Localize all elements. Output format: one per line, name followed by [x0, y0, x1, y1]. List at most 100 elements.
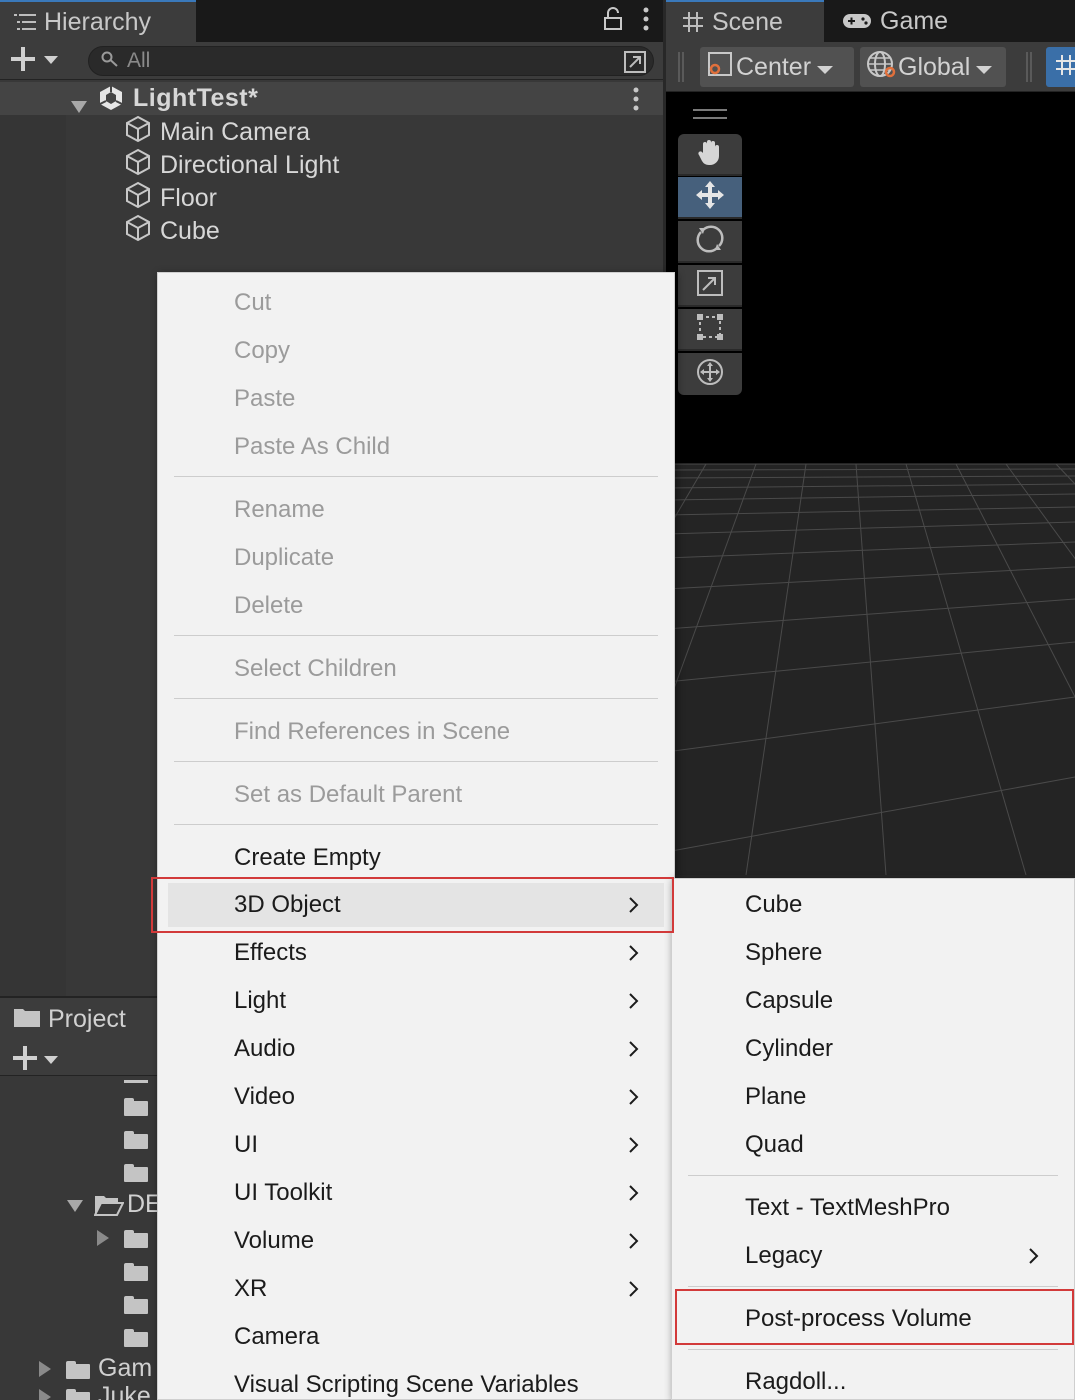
lock-icon[interactable] [603, 6, 623, 36]
tab-project[interactable]: Project [0, 996, 160, 1040]
pivot-rotation-dropdown[interactable]: Global [860, 47, 1006, 87]
scale-tool-button[interactable] [678, 265, 742, 307]
menu-item-3d-object[interactable]: 3D Object [168, 883, 664, 927]
chevron-right-icon [629, 1281, 639, 1297]
folder-icon[interactable] [66, 1361, 90, 1379]
pivot-mode-dropdown[interactable]: Center [700, 47, 854, 87]
menu-item-label: UI [234, 1131, 258, 1158]
menu-item-camera[interactable]: Camera [168, 1315, 664, 1359]
foldout-right-icon[interactable] [38, 1388, 52, 1400]
foldout-right-icon[interactable] [38, 1360, 52, 1383]
menu-item-volume[interactable]: Volume [168, 1219, 664, 1263]
submenu-item-legacy[interactable]: Legacy [682, 1234, 1064, 1278]
folder-icon[interactable] [124, 1230, 148, 1248]
tab-hierarchy[interactable]: Hierarchy [0, 0, 196, 42]
hierarchy-context-menu: Cut Copy Paste Paste As Child Rename Dup… [157, 272, 675, 1400]
menu-item-label: Audio [234, 1035, 296, 1062]
submenu-item-post-process-volume[interactable]: Post-process Volume [682, 1297, 1064, 1341]
menu-item-set-default-parent[interactable]: Set as Default Parent [168, 773, 664, 817]
menu-item-label: Plane [745, 1083, 807, 1110]
scene-menu-icon[interactable] [633, 87, 639, 118]
menu-separator [174, 824, 658, 825]
folder-icon[interactable] [124, 1098, 148, 1116]
foldout-arrow-icon[interactable] [70, 92, 88, 121]
folder-icon[interactable] [124, 1131, 148, 1149]
menu-item-label: Post-process Volume [745, 1305, 972, 1332]
menu-separator [174, 635, 658, 636]
menu-item-label: 3D Object [234, 891, 341, 918]
folder-icon[interactable] [124, 1296, 148, 1314]
menu-item-visual-scripting-scene-variables[interactable]: Visual Scripting Scene Variables [168, 1363, 664, 1400]
toolbar-grip[interactable] [678, 52, 684, 82]
menu-item-rename[interactable]: Rename [168, 488, 664, 532]
menu-item-xr[interactable]: XR [168, 1267, 664, 1311]
menu-item-paste[interactable]: Paste [168, 377, 664, 421]
menu-item-audio[interactable]: Audio [168, 1027, 664, 1071]
project-scroll-edge [124, 1080, 148, 1083]
game-tab-label: Game [880, 6, 949, 35]
hierarchy-item-directional-light[interactable]: Directional Light [124, 148, 339, 182]
toolbar-grip[interactable] [1026, 52, 1032, 82]
project-folder-juke[interactable]: Juke [98, 1382, 151, 1400]
submenu-item-cube[interactable]: Cube [682, 883, 1064, 927]
foldout-right-icon[interactable] [96, 1229, 110, 1252]
folder-icon[interactable] [124, 1263, 148, 1281]
menu-item-copy[interactable]: Copy [168, 329, 664, 373]
tab-game[interactable]: Game [842, 0, 982, 42]
scene-root-row[interactable]: LightTest* [0, 82, 663, 115]
chevron-right-icon [629, 945, 639, 961]
hierarchy-item-main-camera[interactable]: Main Camera [124, 115, 310, 149]
tools-overlay-handle[interactable] [693, 109, 727, 119]
menu-item-label: Camera [234, 1323, 320, 1350]
rect-transform-icon [695, 312, 725, 347]
create-dropdown-button[interactable] [10, 46, 68, 76]
hand-tool-button[interactable] [678, 134, 742, 176]
submenu-item-text-textmeshpro[interactable]: Text - TextMeshPro [682, 1186, 1064, 1230]
plus-icon [12, 1045, 38, 1076]
hierarchy-item-floor[interactable]: Floor [124, 181, 217, 215]
grid-snap-button[interactable] [1046, 47, 1075, 87]
more-options-icon[interactable] [643, 7, 649, 36]
chevron-right-icon [629, 1137, 639, 1153]
menu-separator [688, 1175, 1058, 1176]
menu-item-duplicate[interactable]: Duplicate [168, 536, 664, 580]
submenu-item-ragdoll[interactable]: Ragdoll... [682, 1360, 1064, 1400]
folder-icon[interactable] [124, 1329, 148, 1347]
tab-scene[interactable]: Scene [666, 0, 824, 42]
move-tool-button[interactable] [678, 177, 742, 219]
search-popout-icon[interactable] [623, 50, 647, 79]
menu-item-paste-as-child[interactable]: Paste As Child [168, 425, 664, 469]
menu-item-delete[interactable]: Delete [168, 584, 664, 628]
menu-item-video[interactable]: Video [168, 1075, 664, 1119]
menu-item-create-empty[interactable]: Create Empty [168, 836, 664, 880]
chevron-right-icon [1029, 1248, 1039, 1264]
rect-tool-button[interactable] [678, 309, 742, 351]
submenu-item-quad[interactable]: Quad [682, 1123, 1064, 1167]
submenu-item-capsule[interactable]: Capsule [682, 979, 1064, 1023]
project-tab-label: Project [48, 1004, 126, 1033]
scene-tab-label: Scene [712, 7, 783, 36]
menu-item-effects[interactable]: Effects [168, 931, 664, 975]
submenu-item-sphere[interactable]: Sphere [682, 931, 1064, 975]
folder-icon[interactable] [66, 1389, 90, 1400]
hierarchy-search-input[interactable]: All [88, 46, 654, 76]
menu-item-light[interactable]: Light [168, 979, 664, 1023]
hierarchy-item-cube[interactable]: Cube [124, 214, 220, 248]
submenu-item-plane[interactable]: Plane [682, 1075, 1064, 1119]
menu-item-ui[interactable]: UI [168, 1123, 664, 1167]
menu-item-label: XR [234, 1275, 268, 1302]
menu-item-cut[interactable]: Cut [168, 281, 664, 325]
project-toolbar [0, 1040, 160, 1076]
hierarchy-tab-label: Hierarchy [44, 7, 151, 36]
project-folder-gam[interactable]: Gam [98, 1354, 152, 1383]
folder-icon[interactable] [124, 1164, 148, 1182]
submenu-item-cylinder[interactable]: Cylinder [682, 1027, 1064, 1071]
foldout-arrow-icon[interactable] [66, 1199, 84, 1218]
grid-hash-icon [682, 11, 704, 33]
project-create-button[interactable] [12, 1045, 58, 1076]
menu-item-ui-toolkit[interactable]: UI Toolkit [168, 1171, 664, 1215]
rotate-tool-button[interactable] [678, 221, 742, 263]
menu-item-find-references[interactable]: Find References in Scene [168, 710, 664, 754]
transform-tool-button[interactable] [678, 353, 742, 395]
menu-item-select-children[interactable]: Select Children [168, 647, 664, 691]
